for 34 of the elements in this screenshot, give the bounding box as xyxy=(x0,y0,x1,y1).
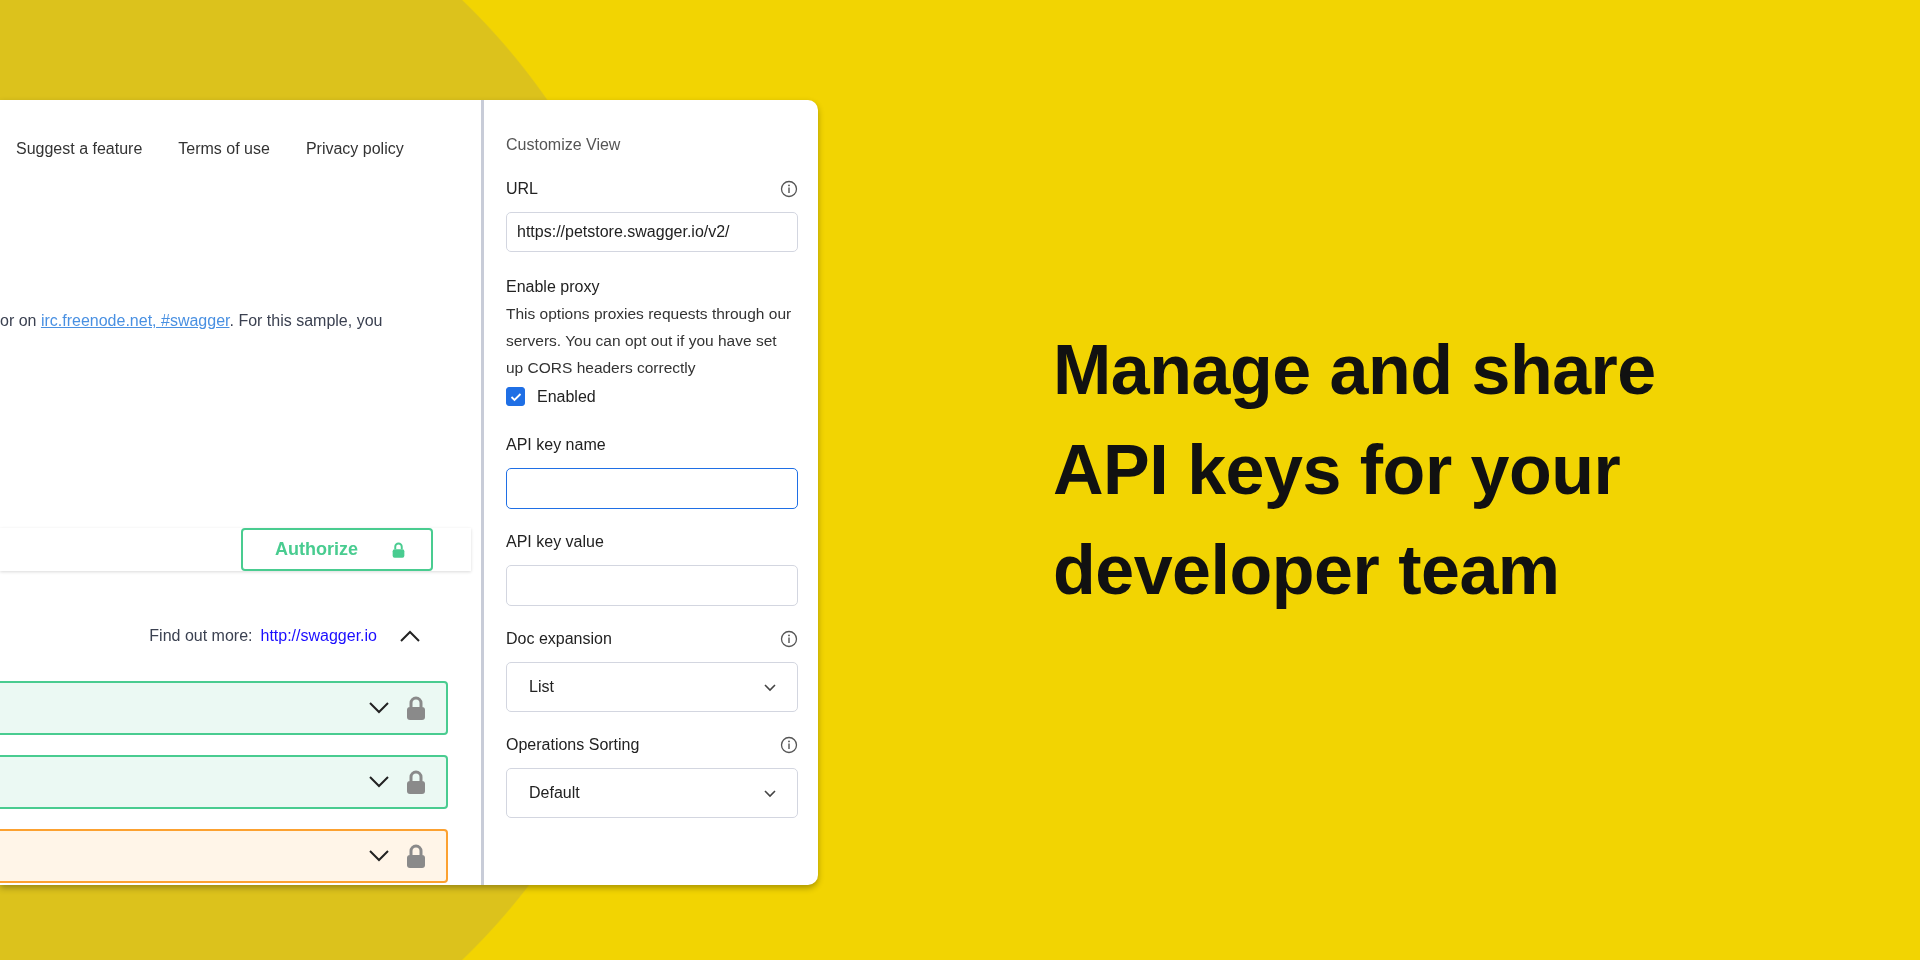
info-icon[interactable] xyxy=(780,736,798,754)
url-field[interactable]: https://petstore.swagger.io/v2/ xyxy=(506,212,798,252)
proxy-description: This options proxies requests through our servers. You can opt out if you have set up CORS headers correctly xyxy=(506,304,793,378)
swagger-link[interactable]: http://swagger.io xyxy=(260,627,377,645)
description-text: or on irc.freenode.net, #swagger. For this sample, you xyxy=(0,312,384,330)
info-icon[interactable] xyxy=(780,630,798,648)
chevron-down-icon[interactable] xyxy=(368,775,390,789)
checkbox-label: Enabled xyxy=(537,387,596,406)
dropdown[interactable]: Default xyxy=(506,768,798,818)
field-label: Enable proxy xyxy=(506,278,601,296)
chevron-down-icon[interactable] xyxy=(368,701,390,715)
info-icon[interactable] xyxy=(780,180,798,198)
field-label: URL xyxy=(506,180,538,198)
checkbox[interactable] xyxy=(506,387,525,406)
dropdown[interactable]: List xyxy=(506,662,798,712)
field-label: API key value xyxy=(506,533,604,551)
chevron-down-icon xyxy=(763,682,777,692)
lock-icon[interactable] xyxy=(406,696,426,720)
nav-link[interactable]: Suggest a feature xyxy=(16,140,143,158)
panel-title: Customize View xyxy=(506,136,622,154)
field-label: Doc expansion xyxy=(506,630,612,648)
chevron-down-icon[interactable] xyxy=(368,849,390,863)
lock-icon[interactable] xyxy=(406,770,426,794)
chevron-up-icon[interactable] xyxy=(399,629,421,643)
chevron-down-icon xyxy=(763,788,777,798)
field-label: API key name xyxy=(506,436,606,454)
check-icon xyxy=(509,391,522,402)
nav-link[interactable]: Terms of use xyxy=(178,140,270,158)
lock-icon[interactable] xyxy=(406,844,426,868)
headline: Manage and share API keys for your developer team xyxy=(1053,330,1657,611)
input-field[interactable] xyxy=(506,468,798,509)
field-label: Operations Sorting xyxy=(506,736,640,754)
find-out-more-label: Find out more: xyxy=(149,627,253,645)
nav-link[interactable]: Privacy policy xyxy=(305,140,404,158)
